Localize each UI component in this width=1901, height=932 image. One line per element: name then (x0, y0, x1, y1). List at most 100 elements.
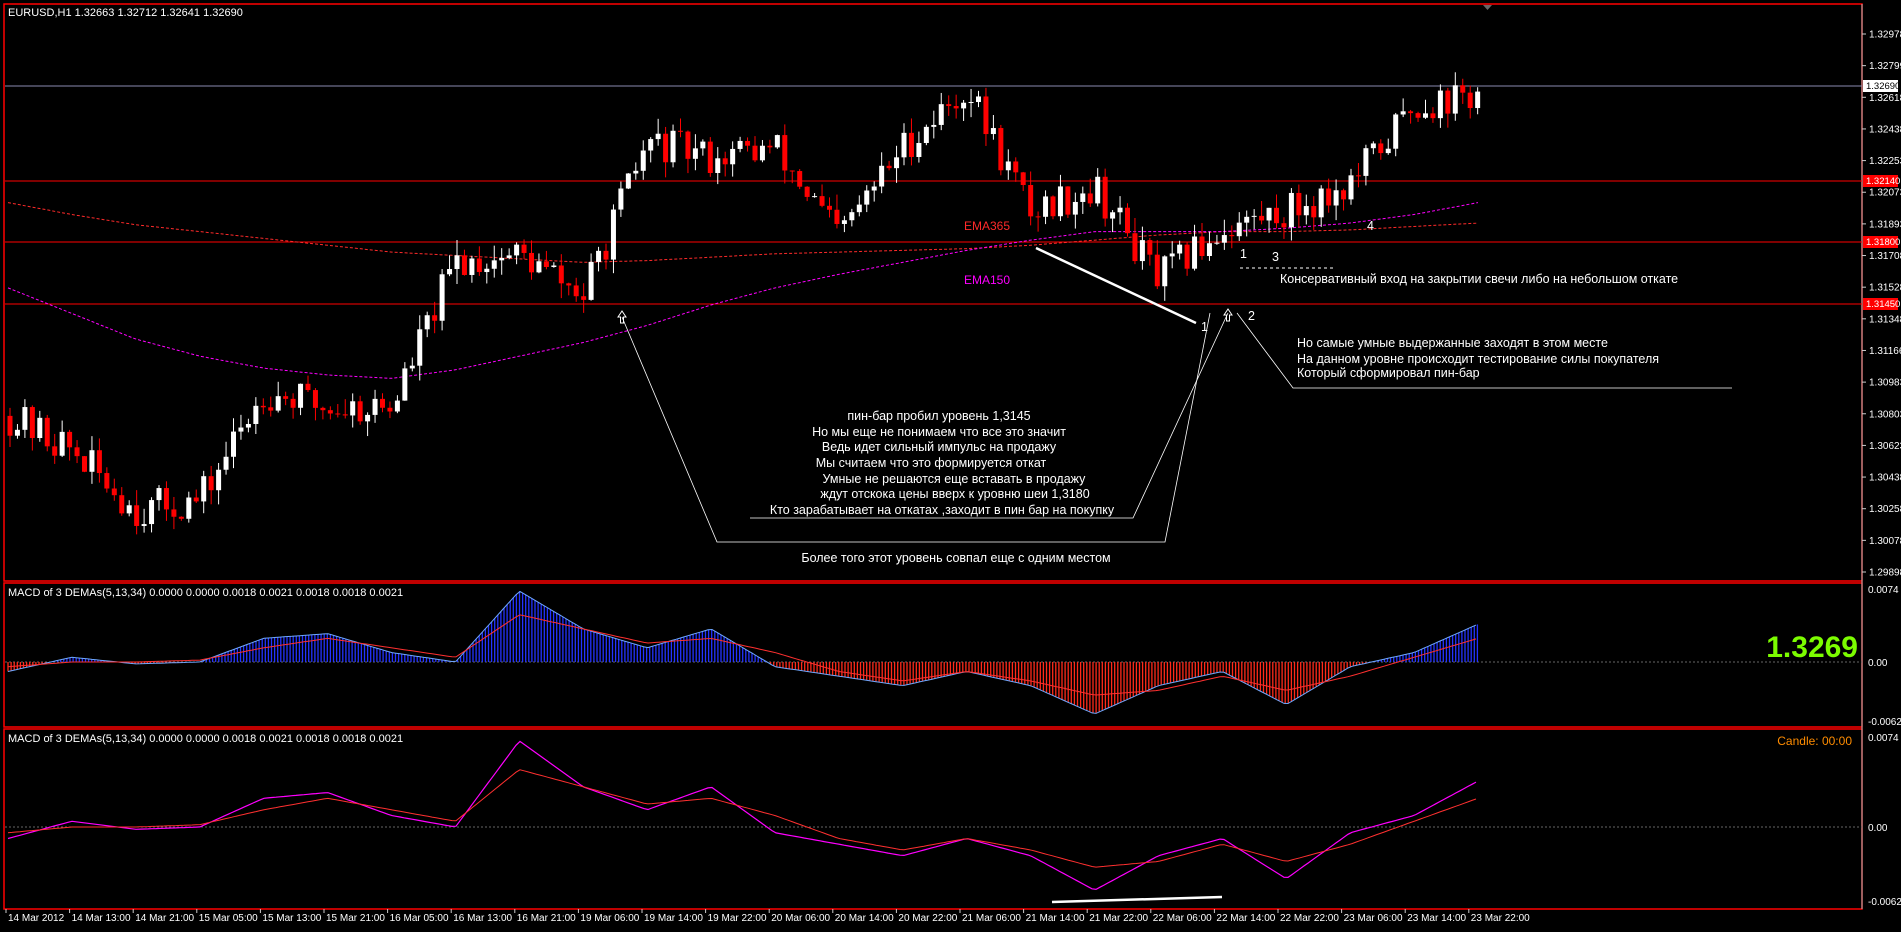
candle-body (663, 133, 669, 163)
candle-body (1035, 216, 1041, 218)
candle-body (1139, 240, 1145, 262)
candle-body (417, 329, 423, 366)
time-axis: 14 Mar 2012 14 Mar 13:00 14 Mar 21:00 15 Ma… (5, 909, 1530, 924)
time-axis-tick-label: 23 Mar 14:00 (1407, 913, 1466, 924)
candle-body (1169, 253, 1175, 257)
macd-top-frame (3, 582, 1863, 728)
candle-body (1072, 201, 1078, 215)
candle-body (841, 220, 847, 224)
candle-body (1005, 161, 1011, 171)
candle-body (685, 131, 691, 159)
price-panel: EURUSD,H1 1.32663 1.32712 1.32641 1.3269… (5, 7, 1901, 579)
candle-body (514, 244, 520, 256)
candle-body (1303, 206, 1309, 216)
candle-body (722, 158, 728, 165)
point-label-2: 2 (1248, 309, 1255, 323)
time-axis-tick-label: 14 Mar 21:00 (135, 913, 194, 924)
candle-body (1430, 113, 1436, 119)
macd-top-tick-min: -0.0062 (1868, 717, 1901, 728)
candle-body (633, 170, 639, 174)
candle-body (424, 315, 430, 330)
candle-body (819, 196, 825, 206)
candle-body (1288, 192, 1294, 228)
ema365-label: EMA365 (964, 219, 1010, 233)
price-tag-bid: 1.32690 (1863, 80, 1900, 92)
candle-body (74, 447, 80, 457)
candle-body (1333, 190, 1339, 206)
window-scroll-marker[interactable] (1483, 5, 1492, 10)
candle-body (335, 413, 341, 415)
price-tag-13214: 1.32140 (1863, 175, 1900, 187)
time-axis-tick-label: 20 Mar 14:00 (835, 913, 894, 924)
candle-body (231, 431, 236, 457)
time-axis-tick-label: 19 Mar 14:00 (644, 913, 703, 924)
candle-body (1184, 244, 1190, 269)
candle-body (1050, 196, 1056, 217)
price-axis-tick-label: 1.32438 (1869, 124, 1901, 135)
macd-bottom-tick-max: 0.0074 (1868, 733, 1899, 744)
candle-body (1341, 190, 1347, 200)
price-axis-tick-label: 1.30803 (1869, 409, 1901, 420)
candle-body (484, 268, 490, 273)
price-tag-13180: 1.31800 (1863, 236, 1900, 248)
candle-body (931, 124, 937, 127)
candle-body (1154, 254, 1160, 287)
candle-body (1475, 91, 1481, 109)
candle-body (1132, 233, 1138, 262)
price-tag-13214-text: 1.32140 (1866, 176, 1900, 187)
candle-body (111, 488, 117, 496)
candle-body (327, 410, 333, 414)
candle-body (752, 145, 758, 161)
time-axis-tick-label: 23 Mar 22:00 (1471, 913, 1530, 924)
annotation-right-line-2: На данном уровне происходит тестирование… (1297, 352, 1659, 366)
candle-body (1415, 113, 1421, 118)
candle-body (350, 401, 356, 416)
price-axis-tick-label: 1.31708 (1869, 251, 1901, 262)
candle-body (730, 148, 736, 165)
candles-group (7, 72, 1481, 535)
candle-body (737, 140, 743, 149)
candle-body (640, 150, 646, 171)
candle-body (1311, 206, 1317, 218)
candle-body (1318, 188, 1324, 218)
candle-body (193, 497, 199, 502)
time-axis-tick-label: 14 Mar 13:00 (72, 913, 131, 924)
candle-body (1065, 186, 1071, 215)
candle-body (1348, 175, 1354, 200)
candle-body (983, 96, 989, 135)
candle-body (119, 495, 125, 514)
candle-body (22, 407, 28, 430)
candle-body (298, 383, 304, 408)
candle-body (238, 427, 244, 432)
candle-body (1102, 176, 1108, 219)
big-price-display: 1.3269 (1766, 631, 1858, 664)
annotation-center-line-2: Но мы еще не понимаем что все это значит (812, 425, 1066, 439)
candle-body (1020, 172, 1026, 186)
candle-body (223, 456, 229, 470)
time-axis-tick-label: 22 Mar 22:00 (1280, 913, 1339, 924)
candle-body (1117, 207, 1123, 213)
candle-body (678, 130, 683, 132)
candle-body (96, 450, 102, 474)
candle-body (938, 104, 944, 125)
candle-body (879, 165, 885, 187)
candle-body (357, 401, 363, 422)
candle-body (104, 473, 110, 489)
candle-body (767, 145, 773, 148)
time-axis-tick-label: 22 Mar 14:00 (1216, 913, 1275, 924)
candle-body (536, 261, 542, 273)
price-tag-13180-text: 1.31800 (1866, 237, 1900, 248)
divergence-line (1051, 895, 1223, 904)
candle-body (126, 505, 132, 514)
candle-body (275, 396, 281, 411)
price-axis-tick-label: 1.31348 (1869, 314, 1901, 325)
candle-body (573, 285, 579, 297)
candle-body (707, 141, 713, 174)
candle-body (968, 102, 974, 104)
candle-body (163, 488, 169, 510)
candle-body (1281, 223, 1287, 228)
ema365-line (7, 202, 1479, 263)
candle-body (745, 140, 751, 146)
candle-body (789, 170, 795, 172)
candle-body (216, 469, 222, 491)
